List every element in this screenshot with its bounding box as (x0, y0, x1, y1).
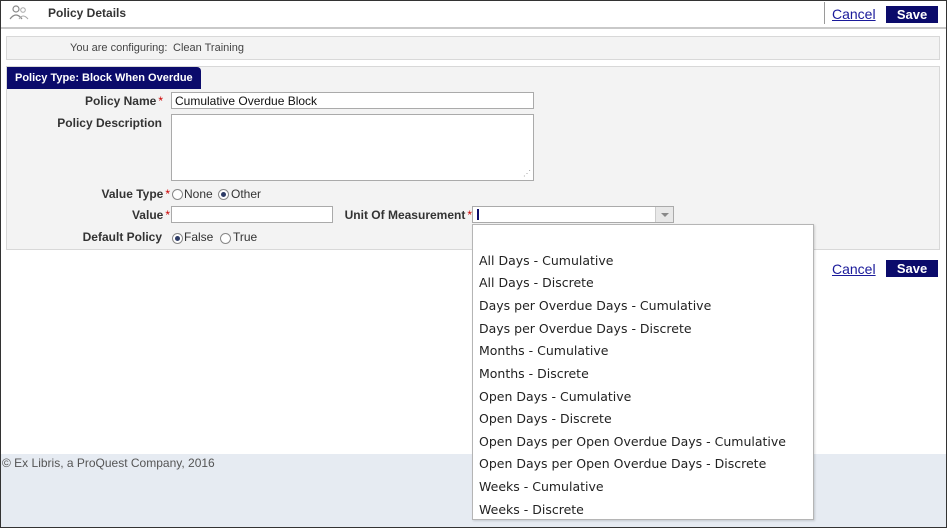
dropdown-item[interactable]: Weeks - Discrete (479, 502, 584, 517)
required-marker: * (165, 187, 170, 201)
default-policy-false-label: False (184, 230, 214, 244)
unit-of-measurement-label: Unit Of Measurement * (345, 208, 472, 222)
policy-type-tab: Policy Type: Block When Overdue (7, 67, 201, 89)
header-divider (824, 2, 825, 24)
dropdown-item[interactable]: Days per Overdue Days - Cumulative (479, 298, 711, 313)
text-caret (477, 209, 479, 220)
value-type-label: Value Type * (102, 187, 170, 201)
dropdown-item[interactable]: Open Days per Open Overdue Days - Discre… (479, 456, 766, 471)
value-label: Value * (132, 208, 170, 222)
policy-name-label-text: Policy Name (84, 94, 157, 108)
dropdown-item[interactable]: Months - Discrete (479, 366, 589, 381)
copyright-text: © Ex Libris, a ProQuest Company, 2016 (2, 456, 215, 470)
value-type-none-radio[interactable] (172, 189, 183, 200)
required-marker: * (158, 94, 163, 108)
configuring-value: Clean Training (173, 42, 244, 54)
dropdown-item[interactable]: Open Days - Cumulative (479, 389, 631, 404)
dropdown-item[interactable]: Open Days - Discrete (479, 411, 612, 426)
people-icon (9, 4, 29, 22)
page-header: Policy Details (1, 1, 946, 27)
required-marker: * (165, 208, 170, 222)
unit-dropdown-list: All Days - Cumulative All Days - Discret… (472, 224, 814, 520)
default-policy-false-radio[interactable] (172, 233, 183, 244)
chevron-down-icon[interactable] (655, 207, 673, 222)
save-button[interactable]: Save (886, 260, 938, 277)
policy-name-label: Policy Name * (85, 94, 163, 108)
dropdown-item[interactable]: Open Days per Open Overdue Days - Cumula… (479, 434, 786, 449)
value-type-other-radio[interactable] (218, 189, 229, 200)
header-divider-line (1, 27, 946, 29)
cancel-link[interactable]: Cancel (832, 261, 876, 277)
policy-name-input[interactable] (171, 92, 534, 109)
dropdown-item[interactable]: All Days - Discrete (479, 275, 594, 290)
value-type-none-label: None (184, 187, 213, 201)
resize-handle-icon[interactable]: ⋰ (523, 170, 531, 178)
policy-description-label: Policy Description (57, 116, 162, 130)
value-input[interactable] (171, 206, 333, 223)
page-title: Policy Details (48, 6, 127, 20)
unit-of-measurement-combo[interactable] (472, 206, 674, 223)
value-type-label-text: Value Type (101, 187, 164, 201)
default-policy-label: Default Policy (82, 230, 162, 244)
configuring-label: You are configuring: (70, 42, 168, 54)
header-cancel-link[interactable]: Cancel (832, 6, 876, 22)
default-policy-true-label: True (233, 230, 258, 244)
header-save-button[interactable]: Save (886, 6, 938, 23)
configuring-bar: You are configuring: Clean Training (6, 36, 940, 60)
policy-description-textarea[interactable]: ⋰ (171, 114, 534, 181)
value-label-text: Value (131, 208, 164, 222)
default-policy-true-radio[interactable] (220, 233, 231, 244)
value-type-other-label: Other (231, 187, 262, 201)
dropdown-item[interactable]: Days per Overdue Days - Discrete (479, 321, 692, 336)
dropdown-item[interactable]: All Days - Cumulative (479, 253, 613, 268)
unit-of-measurement-label-text: Unit Of Measurement (344, 208, 466, 222)
dropdown-item[interactable]: Months - Cumulative (479, 343, 609, 358)
dropdown-item[interactable]: Weeks - Cumulative (479, 479, 604, 494)
